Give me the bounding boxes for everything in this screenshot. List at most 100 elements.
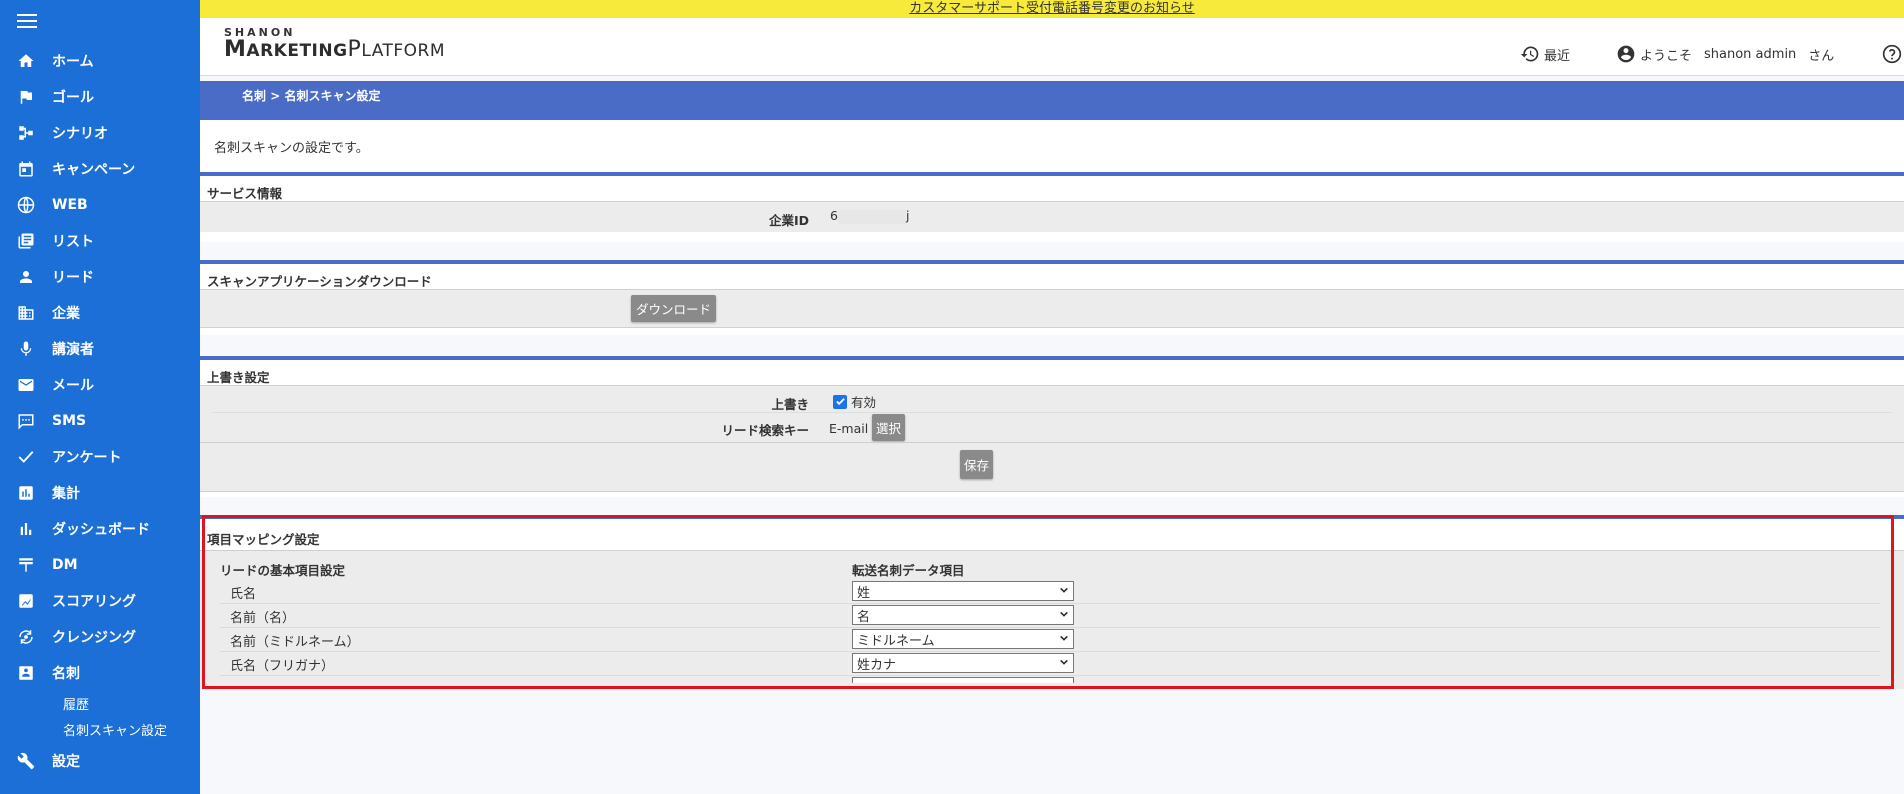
sidebar-item-label: メール	[52, 378, 94, 394]
mapping-select-value: ミドルネーム	[857, 633, 935, 649]
score-icon	[17, 592, 35, 610]
account-icon	[1617, 45, 1635, 63]
building-icon	[17, 304, 35, 322]
overwrite-section: 上書き設定 上書き 有効 リード検索キー E-mail 選択 保存	[200, 356, 1904, 497]
logo-letter: M	[224, 37, 247, 62]
mapping-select-value: 姓カナ	[857, 657, 897, 673]
mapping-row-label: 氏名（フリガナ）	[230, 659, 335, 674]
sidebar-item-2[interactable]: シナリオ	[0, 118, 200, 148]
logo-word: LATFORM	[361, 41, 446, 61]
notice-link[interactable]: カスタマーサポート受付電話番号変更のお知らせ	[909, 1, 1194, 16]
company-id-prefix: 6	[830, 208, 838, 223]
check-icon	[17, 448, 35, 466]
divider	[212, 412, 1892, 413]
sidebar-item-10[interactable]: SMS	[0, 406, 200, 436]
download-button[interactable]: ダウンロード	[631, 295, 717, 322]
logo-small-text: SHANON	[224, 26, 296, 39]
check-icon	[835, 398, 845, 406]
sidebar-item-16[interactable]: クレンジング	[0, 622, 200, 652]
welcome-text: ようこそ	[1640, 48, 1693, 64]
sidebar-item-12[interactable]: 集計	[0, 478, 200, 508]
sidebar-item-label: ゴール	[52, 90, 94, 106]
sidebar-item-label: SMS	[52, 413, 87, 429]
column-header-card: 転送名刺データ項目	[852, 563, 965, 578]
mapping-row-label: 名前（名）	[230, 611, 296, 626]
sidebar-item-9[interactable]: メール	[0, 370, 200, 400]
mapping-select[interactable]: 姓	[852, 581, 1074, 601]
home-icon	[17, 52, 35, 70]
search-key-label: リード検索キー	[721, 423, 809, 438]
section-body: ダウンロード	[200, 290, 1904, 328]
scenario-icon	[17, 124, 35, 142]
chevron-down-icon	[1059, 632, 1069, 647]
logo-big-text: MARKETINGPLATFORM	[224, 38, 445, 63]
post-icon	[17, 556, 35, 574]
sidebar-item-8[interactable]: 講演者	[0, 334, 200, 364]
select-button[interactable]: 選択	[872, 414, 906, 441]
mapping-select[interactable]: 姓カナ	[852, 653, 1074, 673]
sidebar-item-17[interactable]: 名刺	[0, 658, 200, 688]
mail-icon	[17, 376, 35, 394]
subnav-card-scan-settings[interactable]: 名刺スキャン設定	[63, 720, 167, 739]
search-key-value: E-mail	[829, 421, 869, 436]
checkbox-label: 有効	[851, 395, 877, 410]
sidebar-item-15[interactable]: スコアリング	[0, 586, 200, 616]
mapping-select[interactable]: ミドルネーム	[852, 629, 1074, 649]
overwrite-label: 上書き	[771, 397, 809, 412]
mapping-row-label: 名前（ミドルネーム）	[230, 635, 360, 650]
sidebar-item-label: 集計	[52, 486, 80, 502]
sidebar-item-label: シナリオ	[52, 126, 108, 142]
subnav-history[interactable]: 履歴	[63, 694, 89, 713]
page-description: 名刺スキャンの設定です。	[200, 120, 1904, 172]
overwrite-checkbox[interactable]	[833, 394, 847, 409]
sidebar-item-14[interactable]: DM	[0, 550, 200, 580]
sidebar-item-5[interactable]: リスト	[0, 226, 200, 256]
notice-bar: カスタマーサポート受付電話番号変更のお知らせ	[200, 0, 1904, 18]
company-id-suffix: j	[905, 208, 910, 223]
sidebar-item-label: 設定	[52, 754, 80, 770]
sidebar-item-label: WEB	[52, 197, 88, 213]
chart-icon	[17, 484, 35, 502]
sidebar-item-label: スコアリング	[52, 594, 136, 610]
sidebar-item-settings[interactable]: 設定	[0, 746, 200, 776]
section-title: 上書き設定	[200, 356, 1904, 386]
sidebar-item-11[interactable]: アンケート	[0, 442, 200, 472]
bar-chart-icon	[17, 520, 35, 538]
column-header-lead: リードの基本項目設定	[220, 563, 346, 578]
sidebar-item-4[interactable]: WEB	[0, 190, 200, 220]
sidebar-item-1[interactable]: ゴール	[0, 82, 200, 112]
calendar-icon	[17, 160, 35, 178]
menu-icon[interactable]	[17, 14, 37, 30]
chevron-down-icon	[1059, 608, 1069, 623]
sidebar-item-label: 名刺	[52, 666, 80, 682]
logo[interactable]: SHANON MARKETINGPLATFORM	[224, 26, 445, 63]
sidebar-item-7[interactable]: 企業	[0, 298, 200, 328]
mic-icon	[17, 340, 35, 358]
sidebar-item-13[interactable]: ダッシュボード	[0, 514, 200, 544]
help-icon	[1882, 44, 1902, 64]
sidebar-item-6[interactable]: リード	[0, 262, 200, 292]
sidebar-item-label: ダッシュボード	[52, 522, 150, 538]
user-suffix: さん	[1808, 48, 1835, 64]
sidebar-item-0[interactable]: ホーム	[0, 46, 200, 76]
mapping-select[interactable]: 名	[852, 605, 1074, 625]
sidebar-item-label: アンケート	[52, 450, 122, 466]
help-button[interactable]	[1882, 44, 1904, 64]
section-title: 項目マッピング設定	[200, 515, 1904, 551]
logo-word: ARKETING	[246, 41, 348, 61]
company-id-label: 企業ID	[768, 213, 809, 228]
chevron-down-icon	[1059, 656, 1069, 671]
mapping-select-clipped[interactable]	[852, 677, 1074, 683]
user-name: shanon admin	[1704, 46, 1797, 62]
redacted-block	[837, 209, 906, 224]
list-icon	[17, 232, 35, 250]
recent-label: 最近	[1544, 48, 1571, 64]
description-text: 名刺スキャンの設定です。	[214, 141, 369, 156]
breadcrumb-parent[interactable]: 名刺	[242, 89, 266, 103]
sidebar-item-3[interactable]: キャンペーン	[0, 154, 200, 184]
recent-button[interactable]: 最近	[1520, 44, 1570, 64]
sidebar-item-label: キャンペーン	[52, 162, 136, 178]
save-button[interactable]: 保存	[960, 450, 994, 479]
user-menu[interactable]: ようこそ shanon admin さん	[1616, 44, 1834, 64]
sidebar: ホームゴールシナリオキャンペーン WEB リストリード企業講演者メール SMS アンケー…	[0, 0, 200, 794]
